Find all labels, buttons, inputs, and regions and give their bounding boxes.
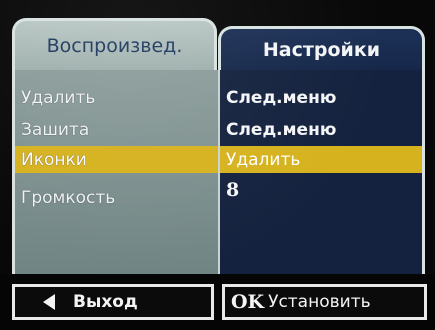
menu-value-icons: Удалить xyxy=(226,149,301,170)
tab-playback-label: Воспроизвед. xyxy=(46,34,183,57)
menu-row-delete[interactable]: Удалить xyxy=(15,84,218,111)
menu-value-protect: След.меню xyxy=(226,119,337,140)
arrow-left-icon xyxy=(43,294,55,310)
exit-button[interactable]: Выход xyxy=(12,284,214,320)
camera-menu-screen: Воспроизвед. Настройки Удалить Зашита Ик… xyxy=(0,0,435,330)
menu-label-icons: Иконки xyxy=(21,149,87,170)
set-label: Установить xyxy=(268,292,371,312)
menu-row-icons[interactable]: Иконки xyxy=(15,146,218,173)
menu-label-delete: Удалить xyxy=(21,87,96,108)
menu-label-volume: Громкость xyxy=(21,187,116,208)
menu-value-volume: 8 xyxy=(226,178,240,201)
tab-playback[interactable]: Воспроизвед. xyxy=(12,18,217,70)
menu-labels-panel: Удалить Зашита Иконки Громкость xyxy=(12,70,218,274)
menu-value-row-protect[interactable]: След.меню xyxy=(220,116,422,143)
menu-value-row-icons[interactable]: Удалить xyxy=(220,146,422,173)
tab-settings-label: Настройки xyxy=(262,38,381,61)
menu-label-protect: Зашита xyxy=(21,119,90,140)
ok-key-label: OK xyxy=(231,291,265,313)
tab-settings[interactable]: Настройки xyxy=(218,26,425,70)
set-button[interactable]: OK Установить xyxy=(222,284,427,320)
exit-label: Выход xyxy=(73,292,138,312)
menu-value-row-delete[interactable]: След.меню xyxy=(220,84,422,111)
menu-row-volume[interactable]: Громкость xyxy=(15,184,218,211)
menu-value-delete: След.меню xyxy=(226,87,337,108)
menu-values-panel: След.меню След.меню Удалить 8 xyxy=(218,70,425,274)
menu-row-protect[interactable]: Зашита xyxy=(15,116,218,143)
menu-value-row-volume[interactable]: 8 xyxy=(220,176,422,203)
